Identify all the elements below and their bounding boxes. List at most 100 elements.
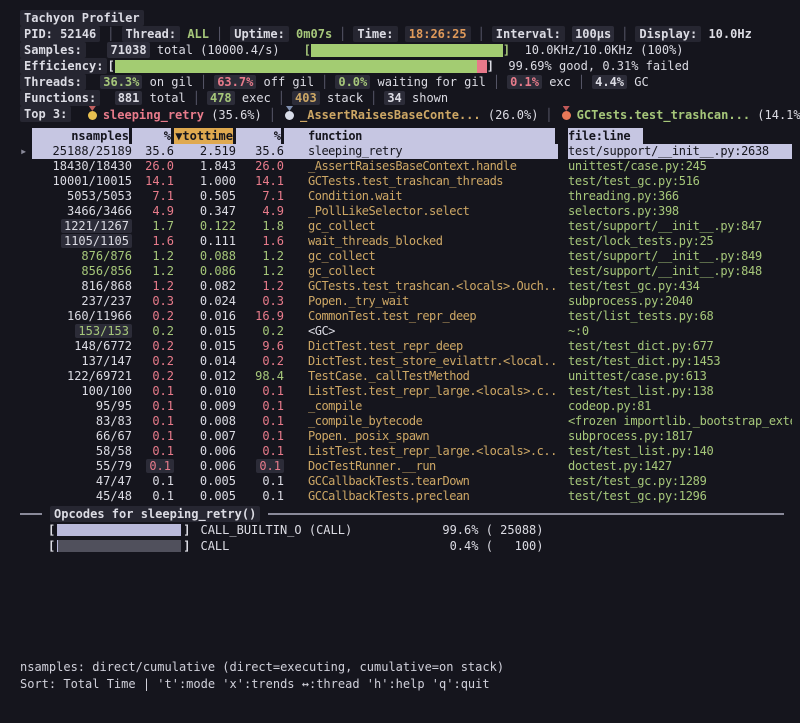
cell-ns: 856/856: [32, 264, 132, 279]
cell-file: subprocess.py:2040: [568, 294, 792, 309]
top3-function-name[interactable]: sleeping_retry: [103, 108, 211, 122]
opcode-row: []CALL_BUILTIN_O (CALL)99.6% ( 25088): [48, 522, 792, 538]
table-row[interactable]: 10001/1001514.11.00014.1GCTests.test_tra…: [20, 174, 792, 189]
top3-function-name[interactable]: GCTests.test_trashcan...: [577, 108, 758, 122]
row-pointer-empty: [20, 429, 32, 444]
cell-tot: 0.016: [174, 309, 236, 324]
cell-ns: 122/69721: [32, 369, 132, 384]
cell-p1: 14.1: [132, 174, 174, 189]
cell-tot: 0.015: [174, 324, 236, 339]
table-row[interactable]: 18430/1843026.01.84326.0_AssertRaisesBas…: [20, 159, 792, 174]
uptime-value: 0m07s: [296, 26, 332, 42]
cell-file: test/test_dict.py:1453: [568, 354, 792, 369]
table-row[interactable]: 1221/12671.70.1221.8gc_collecttest/suppo…: [20, 219, 792, 234]
opcodes-title: Opcodes for sleeping_retry(): [50, 506, 260, 522]
cell-fn: TestCase._callTestMethod: [284, 369, 558, 384]
functions-items: 881 total│478 exec│403 stack│34 shown: [115, 90, 448, 106]
cell-fn: GCTests.test_trashcan_threads: [284, 174, 558, 189]
header-percent-2[interactable]: %: [236, 128, 284, 144]
row-pointer-empty: [20, 234, 32, 249]
thread-stat-value: 63.7%: [214, 75, 256, 89]
table-row[interactable]: 1105/11051.60.1111.6wait_threads_blocked…: [20, 234, 792, 249]
table-row[interactable]: 55/790.10.0060.1DocTestRunner.__rundocte…: [20, 459, 792, 474]
cell-p2: 0.1: [236, 489, 284, 504]
header-tottime-sorted[interactable]: ▼tottime: [174, 128, 236, 144]
table-row[interactable]: 153/1530.20.0150.2<GC>~:0: [20, 324, 792, 339]
function-stat-text: shown: [405, 91, 448, 105]
table-row[interactable]: 83/830.10.0080.1_compile_bytecode<frozen…: [20, 414, 792, 429]
row-pointer-empty: [20, 384, 32, 399]
cell-tot: 0.347: [174, 204, 236, 219]
cell-ns: 18430/18430: [32, 159, 132, 174]
cell-tot: 1.843: [174, 159, 236, 174]
cell-p1: 1.2: [132, 264, 174, 279]
cell-ns: 1105/1105: [32, 234, 132, 249]
table-row[interactable]: 100/1000.10.0100.1ListTest.test_repr_lar…: [20, 384, 792, 399]
cell-tot: 0.122: [174, 219, 236, 234]
function-stat-value: 881: [115, 91, 143, 105]
cell-fn: gc_collect: [284, 249, 558, 264]
medal-rank-1-icon: [88, 106, 97, 120]
table-row[interactable]: 58/580.10.0060.1ListTest.test_repr_large…: [20, 444, 792, 459]
opcode-percent: 0.4%: [428, 538, 478, 554]
opcodes-list: []CALL_BUILTIN_O (CALL)99.6% ( 25088)[]C…: [20, 522, 792, 554]
cell-ns: 816/868: [32, 279, 132, 294]
table-row[interactable]: 3466/34664.90.3474.9_PollLikeSelector.se…: [20, 204, 792, 219]
cell-file: test/support/__init__.py:2638: [568, 144, 792, 159]
table-row[interactable]: 876/8761.20.0881.2gc_collecttest/support…: [20, 249, 792, 264]
cell-p2: 0.1: [236, 474, 284, 489]
thread-value[interactable]: ALL: [187, 26, 209, 42]
cell-p2: 14.1: [236, 174, 284, 189]
function-stat-value: 34: [384, 91, 404, 105]
table-row[interactable]: 66/670.10.0070.1Popen._posix_spawnsubpro…: [20, 429, 792, 444]
header-nsamples[interactable]: nsamples: [32, 128, 132, 144]
cell-file: test/test_list.py:140: [568, 444, 792, 459]
top3-function-name[interactable]: _AssertRaisesBaseConte...: [300, 108, 488, 122]
samples-detail: total (10000.4/s): [150, 42, 280, 58]
cell-tot: 0.009: [174, 399, 236, 414]
table-row[interactable]: 237/2370.30.0240.3Popen._try_waitsubproc…: [20, 294, 792, 309]
opcode-count: ( 25088): [478, 522, 543, 538]
table-row[interactable]: 160/119660.20.01616.9CommonTest.test_rep…: [20, 309, 792, 324]
interval-label: Interval:: [492, 26, 565, 42]
row-pointer-empty: [20, 174, 32, 189]
row-pointer-empty: [20, 249, 32, 264]
title-line: Tachyon Profiler: [20, 10, 792, 26]
table-row[interactable]: 95/950.10.0090.1_compilecodeop.py:81: [20, 399, 792, 414]
header-file-line[interactable]: file:line: [568, 128, 646, 144]
cell-p1: 35.6: [132, 144, 174, 159]
row-pointer-empty: [20, 474, 32, 489]
cell-ns: 66/67: [32, 429, 132, 444]
cell-ns: 58/58: [32, 444, 132, 459]
table-row[interactable]: 5053/50537.10.5057.1Condition.waitthread…: [20, 189, 792, 204]
cell-ns: 47/47: [32, 474, 132, 489]
cell-fn: GCCallbackTests.tearDown: [284, 474, 558, 489]
cell-tot: 0.005: [174, 489, 236, 504]
cell-p1: 0.3: [132, 294, 174, 309]
efficiency-text: 99.69% good, 0.31% failed: [508, 58, 689, 74]
opcode-bar: [57, 524, 181, 536]
cell-p2: 0.3: [236, 294, 284, 309]
table-row[interactable]: ▸25188/2518935.62.51935.6sleeping_retryt…: [20, 144, 792, 159]
thread-stat-text: off gil: [256, 75, 314, 89]
cell-fn: GCTests.test_trashcan.<locals>.Ouch...: [284, 279, 558, 294]
top3-function-pct: (35.6%): [211, 108, 262, 122]
cell-tot: 0.505: [174, 189, 236, 204]
header-function[interactable]: function: [284, 128, 558, 144]
efficiency-line: Efficiency:[] 99.69% good, 0.31% failed: [20, 58, 792, 74]
header-percent-1[interactable]: %: [132, 128, 174, 144]
table-row[interactable]: 856/8561.20.0861.2gc_collecttest/support…: [20, 264, 792, 279]
table-header: nsamples % ▼tottime % function file:line: [20, 128, 792, 144]
opcode-name: CALL_BUILTIN_O (CALL): [200, 522, 428, 538]
thread-stat-value: 0.1%: [507, 75, 542, 89]
table-row[interactable]: 47/470.10.0050.1GCCallbackTests.tearDown…: [20, 474, 792, 489]
table-row[interactable]: 816/8681.20.0821.2GCTests.test_trashcan.…: [20, 279, 792, 294]
table-row[interactable]: 122/697210.20.01298.4TestCase._callTestM…: [20, 369, 792, 384]
table-row[interactable]: 137/1470.20.0140.2DictTest.test_store_ev…: [20, 354, 792, 369]
cell-ns: 237/237: [32, 294, 132, 309]
cell-fn: ListTest.test_repr_large.<locals>.c...: [284, 444, 558, 459]
table-row[interactable]: 45/480.10.0050.1GCCallbackTests.preclean…: [20, 489, 792, 504]
efficiency-label: Efficiency:: [20, 58, 107, 74]
table-row[interactable]: 148/67720.20.0159.6DictTest.test_repr_de…: [20, 339, 792, 354]
cell-ns: 25188/25189: [32, 144, 132, 159]
